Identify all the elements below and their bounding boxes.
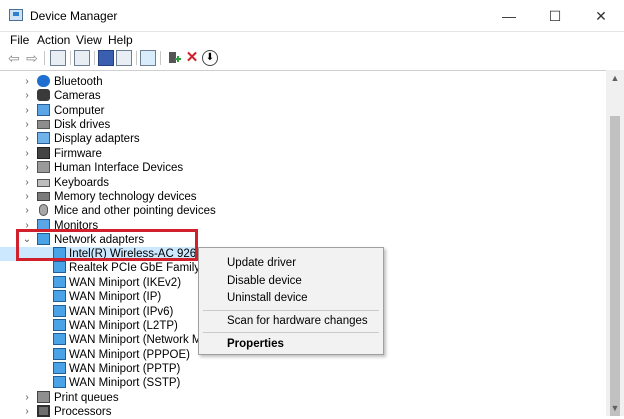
menu-separator	[203, 332, 379, 333]
tree-node-label: WAN Miniport (SSTP)	[69, 377, 181, 389]
add-driver-icon[interactable]	[166, 50, 182, 66]
tree-node-label: Processors	[54, 406, 112, 418]
toolbar-separator	[94, 51, 95, 65]
chevron-right-icon[interactable]: ›	[22, 176, 32, 190]
vertical-scrollbar[interactable]: ▲ ▼	[606, 70, 624, 416]
menu-view[interactable]: View	[76, 32, 102, 48]
bluetooth-icon	[37, 75, 50, 87]
camera-icon	[37, 89, 50, 101]
menu-bar: File Action View Help	[0, 32, 624, 48]
tree-node-label: Memory technology devices	[54, 191, 197, 203]
chevron-right-icon[interactable]: ›	[22, 204, 32, 218]
scroll-up-icon[interactable]: ▲	[606, 70, 624, 86]
processor-icon	[37, 405, 50, 417]
forward-arrow-icon[interactable]: ⇨	[24, 50, 40, 66]
update-driver-icon[interactable]: ⬇	[202, 50, 218, 66]
close-button[interactable]: ✕	[578, 0, 624, 32]
show-hide-console-tree-icon[interactable]	[50, 50, 66, 66]
tree-node-label: Human Interface Devices	[54, 162, 184, 174]
network-icon	[53, 290, 66, 302]
tree-node-label: WAN Miniport (IP)	[69, 291, 162, 303]
chevron-right-icon[interactable]: ›	[22, 391, 32, 405]
tree-node-label: Computer	[54, 105, 105, 117]
context-menu: Update driver Disable device Uninstall d…	[198, 247, 384, 355]
chevron-right-icon[interactable]: ›	[22, 405, 32, 419]
maximize-button[interactable]: ☐	[532, 0, 578, 32]
title-bar: Device Manager — ☐ ✕	[0, 0, 624, 32]
chevron-right-icon[interactable]: ›	[22, 104, 32, 118]
chevron-right-icon[interactable]: ›	[22, 190, 32, 204]
toolbar-separator	[136, 51, 137, 65]
chevron-right-icon[interactable]: ›	[22, 161, 32, 175]
chevron-right-icon[interactable]: ›	[22, 75, 32, 89]
scroll-down-icon[interactable]: ▼	[606, 400, 624, 416]
chevron-right-icon[interactable]: ›	[22, 118, 32, 132]
tree-node-label: WAN Miniport (PPTP)	[69, 363, 181, 375]
hid-icon	[37, 161, 50, 173]
tree-node-label: Disk drives	[54, 119, 111, 131]
action-pane-icon[interactable]	[116, 50, 132, 66]
menu-item-update-driver[interactable]: Update driver	[227, 256, 296, 270]
highlight-network-adapters	[16, 229, 198, 261]
chevron-right-icon[interactable]: ›	[22, 89, 32, 103]
menu-action[interactable]: Action	[37, 32, 70, 48]
toolbar-separator	[160, 51, 161, 65]
network-icon	[53, 348, 66, 360]
help-icon[interactable]	[98, 50, 114, 66]
properties-icon[interactable]	[74, 50, 90, 66]
tree-node-label: Firmware	[54, 148, 102, 160]
keyboard-icon	[37, 179, 50, 187]
network-icon	[53, 305, 66, 317]
toolbar: ⇦ ⇨ ✕ ⬇	[0, 48, 624, 68]
chevron-right-icon[interactable]: ›	[22, 132, 32, 146]
monitor-icon	[37, 104, 50, 116]
tree-node-label: WAN Miniport (IPv6)	[69, 306, 174, 318]
uninstall-device-icon[interactable]: ✕	[184, 50, 200, 66]
tree-node-label: Bluetooth	[54, 76, 103, 88]
menu-help[interactable]: Help	[108, 32, 133, 48]
chip-icon	[37, 147, 50, 159]
scroll-thumb[interactable]	[610, 116, 620, 416]
device-manager-icon	[9, 9, 23, 21]
display-adapter-icon	[37, 132, 50, 144]
tree-node-label: Display adapters	[54, 133, 140, 145]
back-arrow-icon[interactable]: ⇦	[6, 50, 22, 66]
tree-node-label: Keyboards	[54, 177, 109, 189]
network-icon	[53, 276, 66, 288]
menu-separator	[203, 310, 379, 311]
toolbar-separator	[70, 51, 71, 65]
network-icon	[53, 319, 66, 331]
toolbar-separator	[44, 51, 45, 65]
tree-node-label: WAN Miniport (L2TP)	[69, 320, 178, 332]
scan-hardware-icon[interactable]	[140, 50, 156, 66]
menu-file[interactable]: File	[10, 32, 29, 48]
tree-node-label: Print queues	[54, 392, 119, 404]
minimize-button[interactable]: —	[486, 0, 532, 32]
menu-item-uninstall-device[interactable]: Uninstall device	[227, 291, 308, 305]
menu-item-properties[interactable]: Properties	[227, 337, 284, 351]
menu-item-scan-hardware[interactable]: Scan for hardware changes	[227, 314, 368, 328]
tree-node-label: Mice and other pointing devices	[54, 205, 216, 217]
window-title: Device Manager	[30, 9, 118, 23]
mouse-icon	[39, 204, 48, 216]
tree-node-label: WAN Miniport (IKEv2)	[69, 277, 182, 289]
network-icon	[53, 362, 66, 374]
network-icon	[53, 333, 66, 345]
tree-node-label: Cameras	[54, 90, 101, 102]
printer-icon	[37, 391, 50, 403]
tree-node-label: WAN Miniport (PPPOE)	[69, 349, 190, 361]
network-icon	[53, 376, 66, 388]
menu-item-disable-device[interactable]: Disable device	[227, 274, 302, 288]
memory-icon	[37, 192, 50, 201]
disk-icon	[37, 120, 50, 129]
chevron-right-icon[interactable]: ›	[22, 147, 32, 161]
network-icon	[53, 261, 66, 273]
